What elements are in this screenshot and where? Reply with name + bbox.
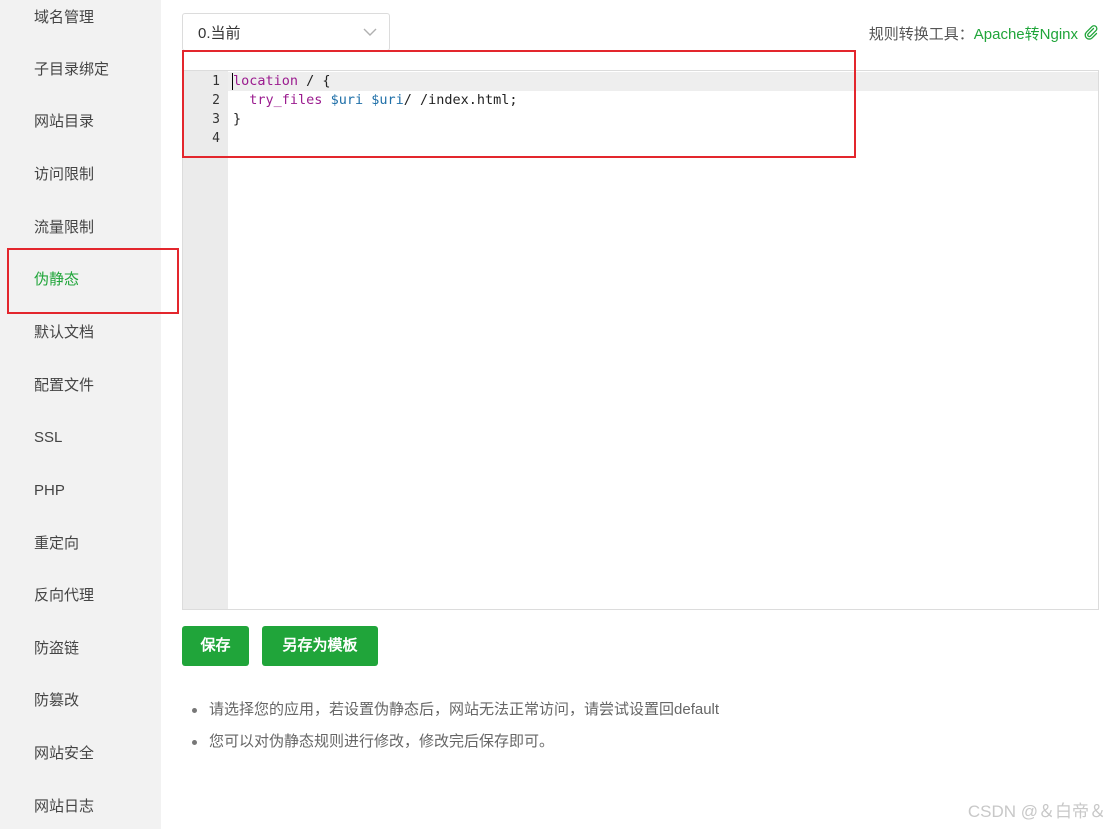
sidebar-item-config-file[interactable]: 配置文件	[0, 360, 161, 412]
sidebar-item-reverse-proxy[interactable]: 反向代理	[0, 570, 161, 622]
code-line-2[interactable]: try_files $uri $uri/ /index.html;	[233, 91, 518, 110]
code-text: }	[233, 111, 242, 127]
line-number: 2	[212, 93, 220, 108]
save-button[interactable]: 保存	[182, 626, 249, 666]
version-select-value: 0.当前	[198, 25, 241, 42]
code-keyword: try_files	[249, 92, 323, 108]
sidebar-item-subdirectory-binding[interactable]: 子目录绑定	[0, 44, 161, 96]
rule-conversion-label: 规则转换工具：	[868, 26, 974, 43]
rewrite-rules-editor[interactable]: 1 2 3 4 location / { try_files $uri $uri…	[182, 70, 1099, 610]
paperclip-icon[interactable]	[1083, 24, 1099, 40]
sidebar-item-default-document[interactable]: 默认文档	[0, 307, 161, 359]
sidebar-item-tamper-protection[interactable]: 防篡改	[0, 675, 161, 727]
watermark: CSDN @＆白帝＆	[967, 802, 1106, 821]
line-number-gutter: 1 2 3 4	[183, 71, 228, 609]
sidebar-item-ssl[interactable]: SSL	[0, 412, 161, 464]
code-keyword: location	[233, 73, 299, 89]
tips-list: 请选择您的应用，若设置伪静态后，网站无法正常访问，请尝试设置回default 您…	[190, 698, 719, 762]
version-select[interactable]: 0.当前	[182, 13, 390, 51]
sidebar-item-site-security[interactable]: 网站安全	[0, 728, 161, 780]
code-text: / {	[298, 73, 331, 89]
sidebar-item-hotlink-protection[interactable]: 防盗链	[0, 623, 161, 675]
sidebar-item-domain-management[interactable]: 域名管理	[0, 0, 161, 44]
active-line-highlight	[228, 72, 1098, 91]
tip-item: 您可以对伪静态规则进行修改，修改完后保存即可。	[190, 730, 719, 762]
line-number: 3	[212, 112, 220, 127]
code-line-3[interactable]: }	[233, 110, 241, 129]
sidebar-item-traffic-limit[interactable]: 流量限制	[0, 202, 161, 254]
sidebar-item-php[interactable]: PHP	[0, 465, 161, 517]
code-variable: $uri	[371, 92, 404, 108]
code-text: / /index.html;	[403, 92, 518, 108]
sidebar-item-redirect[interactable]: 重定向	[0, 518, 161, 570]
chevron-down-icon	[363, 28, 377, 36]
code-variable: $uri	[330, 92, 364, 108]
sidebar-item-site-directory[interactable]: 网站目录	[0, 96, 161, 148]
sidebar-item-site-logs[interactable]: 网站日志	[0, 781, 161, 829]
line-number: 1	[212, 74, 220, 89]
tip-item: 请选择您的应用，若设置伪静态后，网站无法正常访问，请尝试设置回default	[190, 698, 719, 730]
code-line-1[interactable]: location / {	[233, 72, 331, 91]
sidebar-item-access-restriction[interactable]: 访问限制	[0, 149, 161, 201]
sidebar: 域名管理 子目录绑定 网站目录 访问限制 流量限制 伪静态 默认文档 配置文件 …	[0, 0, 161, 829]
rule-conversion-tool: 规则转换工具：Apache转Nginx	[869, 23, 1078, 44]
line-number: 4	[212, 131, 220, 146]
apache-to-nginx-link[interactable]: Apache转Nginx	[974, 26, 1078, 43]
save-as-template-button[interactable]: 另存为模板	[262, 626, 378, 666]
sidebar-item-rewrite[interactable]: 伪静态	[0, 254, 161, 306]
